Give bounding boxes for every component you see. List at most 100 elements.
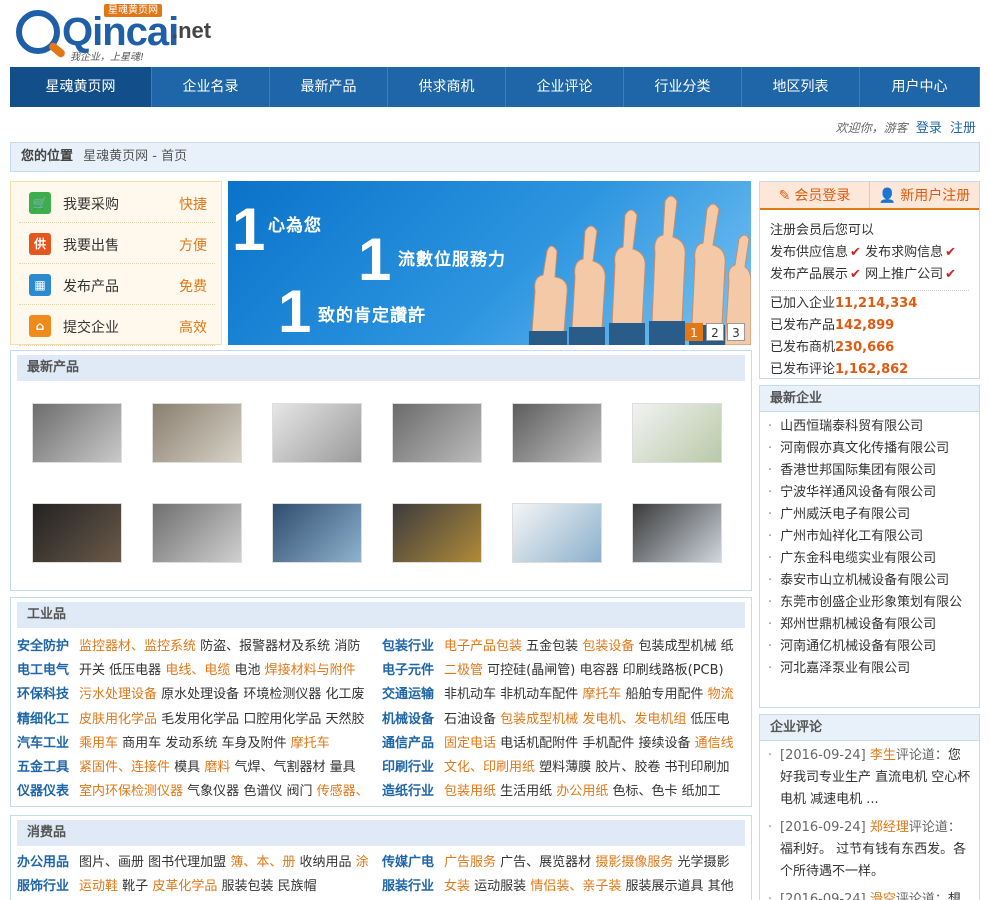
- comment-text[interactable]: 福利好。 过节有钱有东西发。各个所待遇不一样。: [780, 842, 966, 879]
- category-head[interactable]: 安全防护: [17, 639, 69, 654]
- category-link[interactable]: 文化、印刷用纸: [444, 760, 535, 775]
- category-link[interactable]: 运动服装: [474, 879, 526, 894]
- category-link[interactable]: 摩托车: [291, 736, 330, 751]
- company-name[interactable]: 河南通亿机械设备有限公司: [780, 639, 936, 654]
- nav-item-4[interactable]: 企业评论: [506, 67, 624, 107]
- comment-user[interactable]: 滑空: [870, 892, 896, 900]
- product-thumbnail[interactable]: [512, 503, 602, 563]
- company-list-item[interactable]: · 山西恒瑞泰科贸有限公司: [768, 416, 979, 438]
- category-head[interactable]: 交通运输: [382, 687, 434, 702]
- category-link[interactable]: 接续设备: [638, 736, 690, 751]
- company-name[interactable]: 东莞市创盛企业形象策划有限公: [780, 595, 962, 610]
- quick-action-1[interactable]: 供我要出售 方便: [19, 223, 215, 264]
- category-link[interactable]: 非机动车配件: [500, 687, 578, 702]
- category-link[interactable]: 量具: [330, 760, 356, 775]
- company-name[interactable]: 香港世邦国际集团有限公司: [780, 463, 936, 478]
- category-link[interactable]: 色谱仪: [243, 784, 282, 799]
- company-list-item[interactable]: · 河北嘉泽泵业有限公司: [768, 658, 979, 680]
- category-link[interactable]: 涂: [356, 855, 369, 870]
- category-head[interactable]: 汽车工业: [17, 736, 69, 751]
- product-thumbnail[interactable]: [392, 503, 482, 563]
- nav-item-5[interactable]: 行业分类: [624, 67, 742, 107]
- category-link[interactable]: 船舶专用配件: [625, 687, 703, 702]
- category-link[interactable]: 收纳用品: [299, 855, 351, 870]
- company-name[interactable]: 广州市灿祥化工有限公司: [780, 529, 923, 544]
- quick-action-2[interactable]: ▦ 发布产品 免费: [19, 264, 215, 305]
- category-link[interactable]: 印刷线路板(PCB): [623, 663, 724, 678]
- nav-item-2[interactable]: 最新产品: [270, 67, 388, 107]
- company-list-item[interactable]: · 郑州世鼎机械设备有限公司: [768, 614, 979, 636]
- category-link[interactable]: 簿、本、册: [230, 855, 295, 870]
- category-link[interactable]: 石油设备: [444, 712, 496, 727]
- breadcrumb-path[interactable]: 星魂黄页网 - 首页: [83, 149, 187, 164]
- nav-item-7[interactable]: 用户中心: [860, 67, 980, 107]
- category-link[interactable]: 开关: [79, 663, 105, 678]
- category-link[interactable]: 包装成型机械: [500, 712, 578, 727]
- category-link[interactable]: 塑料薄膜: [539, 760, 591, 775]
- category-link[interactable]: 光学摄影: [677, 855, 729, 870]
- product-thumbnail[interactable]: [392, 403, 482, 463]
- product-thumbnail[interactable]: [272, 503, 362, 563]
- category-link[interactable]: 物流: [708, 687, 734, 702]
- category-link[interactable]: 纸: [721, 639, 734, 654]
- category-head[interactable]: 印刷行业: [382, 760, 434, 775]
- category-link[interactable]: 可控硅(晶闸管): [487, 663, 575, 678]
- product-thumbnail[interactable]: [152, 403, 242, 463]
- category-link[interactable]: 摩托车: [582, 687, 621, 702]
- company-list-item[interactable]: · 广东金科电缆实业有限公司: [768, 548, 979, 570]
- site-logo[interactable]: Qincai .net 星魂黄页网 我企业，上星魂!: [14, 4, 234, 63]
- category-link[interactable]: 口腔用化学品: [243, 712, 321, 727]
- company-list-item[interactable]: · 广州威沃电子有限公司: [768, 504, 979, 526]
- category-link[interactable]: 焊接材料与附件: [265, 663, 356, 678]
- category-link[interactable]: 气焊、气割器材: [234, 760, 325, 775]
- register-link[interactable]: 注册: [950, 121, 976, 136]
- category-link[interactable]: 化工废: [325, 687, 364, 702]
- category-link[interactable]: 通信线: [695, 736, 734, 751]
- category-head[interactable]: 包装行业: [382, 639, 434, 654]
- category-link[interactable]: 皮肤用化学品: [79, 712, 157, 727]
- product-thumbnail[interactable]: [32, 403, 122, 463]
- company-list-item[interactable]: · 河南通亿机械设备有限公司: [768, 636, 979, 658]
- category-link[interactable]: 其他: [708, 879, 734, 894]
- member-register-tab[interactable]: 👤 新用户注册: [870, 182, 979, 208]
- product-thumbnail[interactable]: [272, 403, 362, 463]
- category-head[interactable]: 通信产品: [382, 736, 434, 751]
- company-list-item[interactable]: · 泰安市山立机械设备有限公司: [768, 570, 979, 592]
- company-name[interactable]: 河北嘉泽泵业有限公司: [780, 661, 910, 676]
- category-link[interactable]: 污水处理设备: [79, 687, 157, 702]
- category-link[interactable]: 包装成型机械: [638, 639, 716, 654]
- category-head[interactable]: 仪器仪表: [17, 784, 69, 799]
- category-link[interactable]: 服装包装: [221, 879, 273, 894]
- category-link[interactable]: 图片、画册: [79, 855, 144, 870]
- category-link[interactable]: 原水处理设备: [161, 687, 239, 702]
- company-name[interactable]: 广州威沃电子有限公司: [780, 507, 910, 522]
- category-head[interactable]: 五金工具: [17, 760, 69, 775]
- category-link[interactable]: 胶片、胶卷: [595, 760, 660, 775]
- product-thumbnail[interactable]: [32, 503, 122, 563]
- category-link[interactable]: 色标、色卡: [612, 784, 677, 799]
- banner-page-3[interactable]: 3: [727, 323, 745, 341]
- nav-item-1[interactable]: 企业名录: [152, 67, 270, 107]
- category-head[interactable]: 电工电气: [17, 663, 69, 678]
- banner-page-1[interactable]: 1: [685, 323, 703, 341]
- category-link[interactable]: 摄影摄像服务: [595, 855, 673, 870]
- category-head[interactable]: 机械设备: [382, 712, 434, 727]
- category-link[interactable]: 磨料: [204, 760, 230, 775]
- login-link[interactable]: 登录: [916, 121, 942, 136]
- category-link[interactable]: 防盗、报警器材及系统: [200, 639, 330, 654]
- category-link[interactable]: 传感器、: [317, 784, 369, 799]
- category-link[interactable]: 包装用纸: [444, 784, 496, 799]
- company-name[interactable]: 宁波华祥通风设备有限公司: [780, 485, 936, 500]
- category-link[interactable]: 车身及附件: [221, 736, 286, 751]
- category-link[interactable]: 民族帽: [278, 879, 317, 894]
- category-head[interactable]: 服饰行业: [17, 879, 69, 894]
- category-link[interactable]: 情侣装、亲子装: [530, 879, 621, 894]
- category-link[interactable]: 紧固件、连接件: [79, 760, 170, 775]
- category-head[interactable]: 环保科技: [17, 687, 69, 702]
- category-link[interactable]: 低压电器: [109, 663, 161, 678]
- company-name[interactable]: 泰安市山立机械设备有限公司: [780, 573, 949, 588]
- category-link[interactable]: 电话机配附件: [500, 736, 578, 751]
- category-link[interactable]: 五金包装: [526, 639, 578, 654]
- category-link[interactable]: 服装展示道具: [625, 879, 703, 894]
- category-link[interactable]: 毛发用化学品: [161, 712, 239, 727]
